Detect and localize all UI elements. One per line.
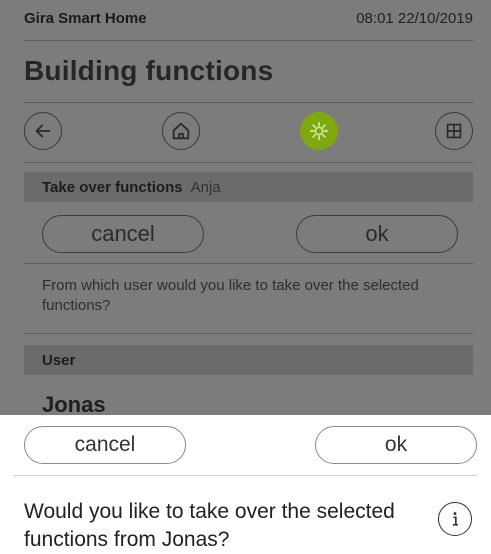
- home-icon: [172, 122, 190, 140]
- cancel-button-bg[interactable]: cancel: [42, 215, 204, 253]
- divider: [24, 333, 473, 334]
- toolbar: [24, 112, 473, 152]
- user-section-header: User: [24, 345, 473, 375]
- divider: [14, 475, 477, 476]
- takeover-label: Take over functions: [42, 178, 183, 196]
- settings-button[interactable]: [300, 112, 338, 150]
- ok-button-bg[interactable]: ok: [296, 215, 458, 253]
- divider: [24, 40, 473, 41]
- app-name: Gira Smart Home: [24, 10, 147, 27]
- takeover-question: From which user would you like to take o…: [42, 277, 419, 314]
- info-icon: [452, 512, 458, 526]
- info-button[interactable]: [438, 502, 472, 536]
- status-bar: Gira Smart Home 08:01 22/10/2019: [24, 10, 473, 38]
- background-screen: Gira Smart Home 08:01 22/10/2019 Buildin…: [0, 0, 491, 415]
- gear-icon: [309, 121, 329, 141]
- takeover-header: Take over functions Anja: [24, 172, 473, 202]
- divider: [24, 162, 473, 163]
- divider: [24, 263, 473, 264]
- grid-icon: [446, 123, 462, 139]
- cancel-button[interactable]: cancel: [24, 426, 186, 464]
- status-datetime: 08:01 22/10/2019: [356, 10, 473, 27]
- selected-user[interactable]: Jonas: [42, 392, 106, 415]
- grid-view-button[interactable]: [435, 112, 473, 150]
- divider: [24, 102, 473, 103]
- ok-button[interactable]: ok: [315, 426, 477, 464]
- user-section-label: User: [42, 351, 76, 369]
- takeover-user: Anja: [190, 178, 221, 196]
- home-button[interactable]: [162, 112, 200, 150]
- back-button[interactable]: [24, 112, 62, 150]
- confirmation-dialog: cancel ok Would you like to take over th…: [0, 415, 491, 551]
- back-arrow-icon: [35, 124, 51, 138]
- page-title: Building functions: [24, 55, 274, 86]
- dialog-question: Would you like to take over the selected…: [24, 500, 395, 551]
